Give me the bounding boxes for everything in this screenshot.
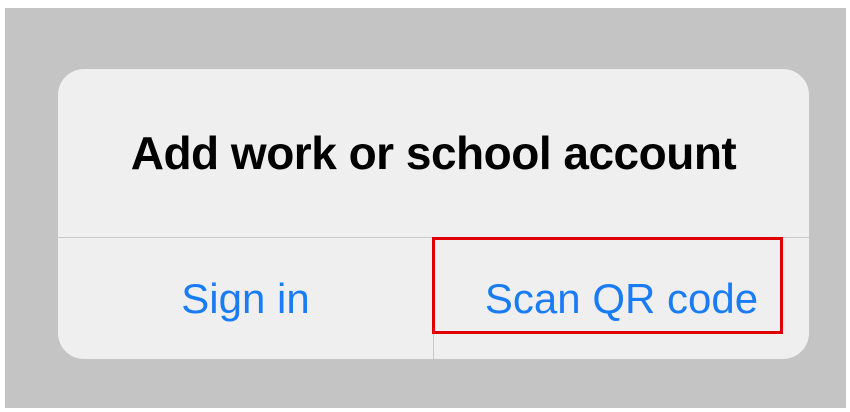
sign-in-button[interactable]: Sign in: [58, 238, 433, 359]
alert-title: Add work or school account: [130, 127, 737, 179]
scan-qr-code-button[interactable]: Scan QR code: [434, 238, 809, 359]
alert-dialog: Add work or school account Sign in Scan …: [58, 69, 809, 359]
dimmed-backdrop: Add work or school account Sign in Scan …: [5, 8, 846, 408]
